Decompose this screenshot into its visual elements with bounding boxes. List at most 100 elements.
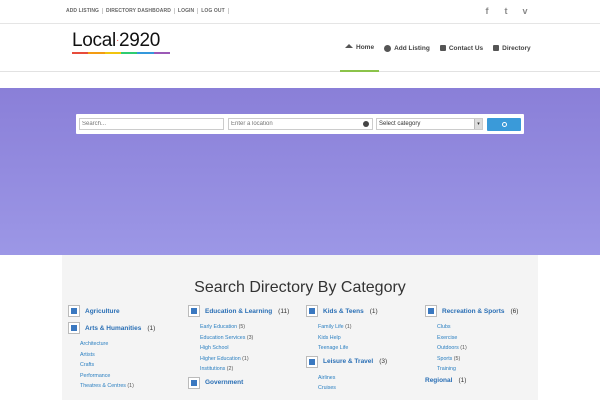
subcategory-link[interactable]: Crafts (80, 360, 184, 371)
nav-directory[interactable]: Directory (488, 24, 536, 72)
directory-title: Search Directory By Category (194, 279, 406, 296)
category-icon (188, 305, 200, 317)
hero-banner: Select category ▾ (0, 88, 600, 255)
category-name[interactable]: Government (205, 379, 243, 386)
subcategory-link[interactable]: High School (200, 343, 304, 354)
subcategory-count: (2) (226, 366, 234, 373)
logo-color-segment (88, 52, 105, 55)
category-column: Education & Learning (11) Early Education … (188, 305, 304, 394)
category-count: (1) (458, 376, 467, 384)
social-links: f t v (482, 6, 530, 17)
subcategory-link[interactable]: Performance (80, 371, 184, 382)
category-item[interactable]: Government (188, 376, 304, 389)
book-icon (493, 45, 500, 51)
subcategory-count: (1) (242, 355, 249, 362)
category-item[interactable]: Leisure & Travel (3) (306, 355, 422, 368)
subcategory-count: (1) (460, 345, 467, 352)
subcategory-link[interactable]: Early Education (5) (200, 322, 304, 333)
search-button[interactable] (487, 118, 521, 131)
subcategory-link[interactable]: Institutions (2) (200, 364, 304, 375)
nav-contact[interactable]: Contact Us (435, 24, 488, 72)
subcategory-link[interactable]: Teenage Life (318, 343, 422, 354)
category-count: (1) (369, 307, 378, 315)
category-item[interactable]: Kids & Teens (1) (306, 305, 422, 317)
subcategory-link[interactable]: Architecture (80, 339, 184, 350)
chevron-down-icon: ▾ (474, 119, 482, 129)
category-select[interactable]: Select category ▾ (376, 118, 483, 130)
twitter-icon[interactable]: t (501, 6, 511, 17)
category-name[interactable]: Education & Learning (205, 308, 272, 315)
category-item[interactable]: Agriculture (68, 305, 184, 317)
logo-color-segment (153, 52, 170, 55)
top-link-directory-dashboard[interactable]: DIRECTORY DASHBOARD (103, 8, 175, 14)
facebook-icon[interactable]: f (482, 6, 492, 17)
nav-home[interactable]: Home (340, 24, 380, 72)
search-icon (501, 122, 507, 127)
category-count: (1) (147, 324, 156, 332)
locate-icon[interactable] (363, 121, 369, 127)
site-logo[interactable]: Local·2920 (72, 30, 170, 55)
subcategory-link[interactable]: Education Services (3) (200, 333, 304, 344)
category-column: Recreation & Sports (6) Clubs Exercise Out… (425, 305, 541, 389)
category-count: (3) (379, 358, 388, 366)
nav-add-listing-label: Add Listing (394, 44, 430, 52)
subcategory-link[interactable]: Clubs (437, 322, 541, 333)
category-name[interactable]: Arts & Humanities (85, 325, 141, 332)
category-item[interactable]: Recreation & Sports (6) (425, 305, 541, 317)
nav-add-listing[interactable]: Add Listing (379, 24, 435, 72)
subcategory-link[interactable]: Family Life (1) (318, 322, 422, 333)
subcategory-link[interactable]: Artists (80, 350, 184, 361)
category-column: Kids & Teens (1) Family Life (1) Kids Help … (306, 305, 422, 394)
top-link-logout[interactable]: LOG OUT (198, 8, 229, 14)
category-name[interactable]: Recreation & Sports (442, 308, 505, 315)
category-item[interactable]: Arts & Humanities (1) (68, 322, 184, 334)
subcategory-link[interactable]: Cruises (318, 383, 422, 394)
subcategory-link[interactable]: Training (437, 364, 541, 375)
subcategory-link[interactable]: Kids Help (318, 333, 422, 344)
subcategory-link[interactable]: Exercise (437, 333, 541, 344)
category-name[interactable]: Agriculture (85, 308, 120, 315)
subcategory-link[interactable]: Higher Education (1) (200, 354, 304, 365)
logo-color-segment (120, 52, 138, 55)
category-name[interactable]: Leisure & Travel (323, 358, 373, 365)
home-icon (345, 44, 353, 48)
logo-text-left: Local (72, 30, 116, 52)
logo-color-bar (72, 52, 170, 55)
category-column: Agriculture Arts & Humanities (1) Architect… (68, 305, 184, 392)
subcategory-link[interactable]: Theatres & Centres (1) (80, 381, 184, 392)
category-name[interactable]: Kids & Teens (323, 308, 364, 315)
subcategory-link[interactable]: Sports (5) (437, 354, 541, 365)
search-form: Select category ▾ (76, 114, 524, 134)
location-input[interactable] (228, 118, 373, 130)
subcategory-link[interactable]: Outdoors (1) (437, 343, 541, 354)
category-select-value: Select category (379, 121, 421, 127)
subcategory-count: (5) (453, 355, 461, 362)
vimeo-icon[interactable]: v (520, 6, 530, 17)
keyword-search-input[interactable] (79, 118, 224, 130)
subcategory-count: (1) (127, 383, 134, 390)
category-count: (6) (510, 307, 519, 315)
category-icon (68, 305, 80, 317)
subcategory-count: (3) (246, 334, 254, 341)
category-name[interactable]: Regional (425, 377, 452, 384)
category-count: (11) (278, 307, 290, 315)
category-icon (306, 355, 318, 368)
site-header: Local·2920 Home Add Listing Contact Us D… (0, 24, 600, 72)
category-icon (306, 305, 318, 317)
phone-icon (439, 45, 446, 51)
top-link-add-listing[interactable]: ADD LISTING (66, 8, 104, 14)
logo-color-segment (72, 52, 89, 55)
top-bar: ADD LISTING DIRECTORY DASHBOARD LOGIN LO… (0, 0, 600, 24)
category-icon (68, 322, 80, 334)
logo-color-segment (137, 52, 154, 55)
subcategory-count: (5) (238, 324, 246, 330)
category-item[interactable]: Education & Learning (11) (188, 305, 304, 317)
subcategory-link[interactable]: Airlines (318, 373, 422, 384)
category-item[interactable]: Regional (1) (425, 377, 541, 384)
nav-directory-label: Directory (502, 44, 531, 52)
top-link-login[interactable]: LOGIN (175, 8, 199, 14)
plus-circle-icon (384, 44, 392, 52)
logo-text-right: 2920 (118, 30, 161, 52)
logo-color-segment (104, 52, 121, 55)
top-links: ADD LISTING DIRECTORY DASHBOARD LOGIN LO… (66, 8, 229, 14)
